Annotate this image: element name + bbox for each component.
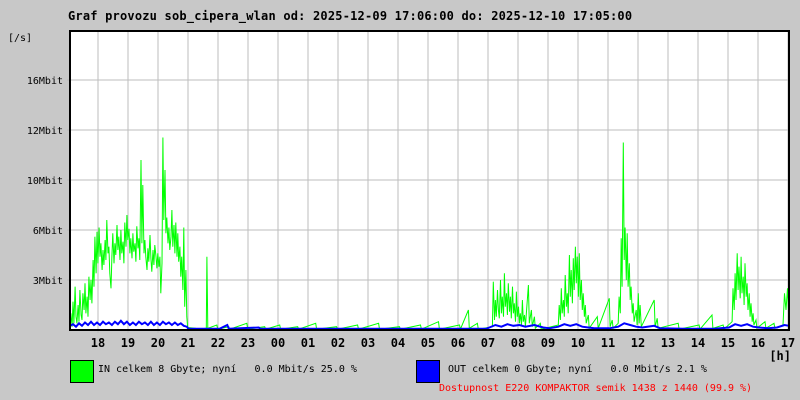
y-axis-tick-label: 16Mbit: [27, 76, 63, 87]
availability-text: Dostupnost E220 KOMPAKTOR semik 1438 z 1…: [439, 383, 753, 394]
x-axis-tick-label: 07: [481, 336, 495, 350]
x-axis-tick-label: 18: [91, 336, 105, 350]
y-axis-tick-label: 6Mbit: [33, 226, 63, 237]
in-legend-swatch: [70, 360, 94, 383]
y-axis-unit-label: [/s]: [8, 33, 32, 44]
x-axis-tick-label: 11: [601, 336, 615, 350]
x-axis-tick-label: 22: [211, 336, 225, 350]
out-legend-label: OUT celkem 0 Gbyte; nyní 0.0 Mbit/s 2.1 …: [448, 364, 707, 375]
x-axis-tick-label: 05: [421, 336, 435, 350]
x-axis-tick-label: 17: [781, 336, 795, 350]
y-axis-tick-label: 12Mbit: [27, 126, 63, 137]
x-axis-tick-label: 16: [751, 336, 765, 350]
x-axis-tick-label: 06: [451, 336, 465, 350]
y-axis-tick-label: 10Mbit: [27, 176, 63, 187]
traffic-chart: 18 19 20 21 22 23 00 01 02 03 04 05 06 07 08 09 10 11 12 13…: [8, 30, 795, 363]
x-axis-tick-label: 08: [511, 336, 525, 350]
x-axis-tick-label: 13: [661, 336, 675, 350]
in-legend-label: IN celkem 8 Gbyte; nyní 0.0 Mbit/s 25.0 …: [98, 364, 357, 375]
x-axis-tick-label: 09: [541, 336, 555, 350]
x-axis-tick-label: 10: [571, 336, 585, 350]
x-axis-tick-label: 15: [721, 336, 735, 350]
x-axis-tick-label: 14: [691, 336, 705, 350]
mrtg-traffic-graph: Graf provozu sob_cipera_wlan od: 2025-12…: [0, 0, 800, 400]
x-axis-tick-label: 04: [391, 336, 405, 350]
x-axis-tick-label: 02: [331, 336, 345, 350]
x-axis-tick-label: 19: [121, 336, 135, 350]
x-axis-tick-label: 21: [181, 336, 195, 350]
x-axis-unit-label: [h]: [769, 349, 791, 363]
x-axis-tick-label: 23: [241, 336, 255, 350]
out-legend-swatch: [416, 360, 440, 383]
x-axis-tick-label: 01: [301, 336, 315, 350]
y-axis-tick-label: 3Mbit: [33, 276, 63, 287]
x-axis-tick-label: 12: [631, 336, 645, 350]
x-axis-tick-label: 00: [271, 336, 285, 350]
x-axis-tick-label: 03: [361, 336, 375, 350]
x-axis-tick-label: 20: [151, 336, 165, 350]
